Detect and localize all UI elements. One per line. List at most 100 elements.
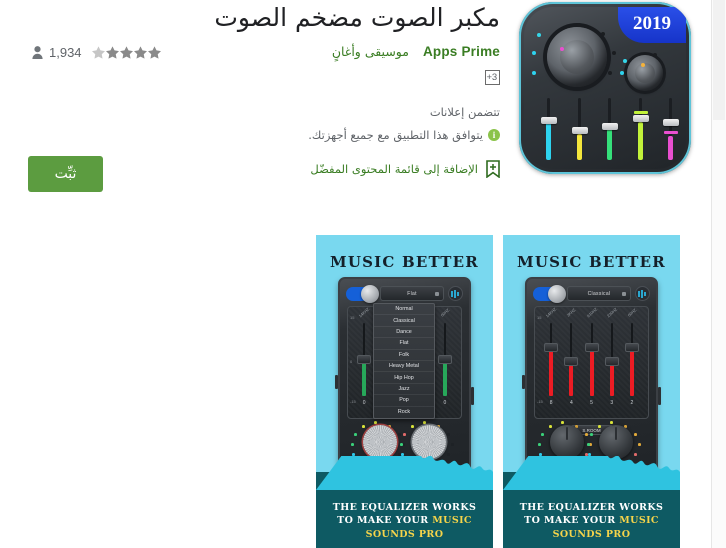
icon-led-2: [532, 51, 536, 55]
app-header: مكبر الصوت مضخم الصوت Apps Prime موسيقى …: [0, 0, 711, 215]
preset-dropdown-1[interactable]: Flat: [380, 286, 444, 301]
eq-band-fill-2-4: [569, 361, 574, 396]
app-icon-body: 2019: [524, 7, 686, 169]
crowd-silhouette-icon-2: [503, 456, 680, 490]
icon-slider-tick-2: [633, 111, 648, 115]
knob-led-b4: [400, 443, 403, 446]
icon-slider-bank: [540, 98, 680, 160]
preset-option-heavy-metal[interactable]: Heavy Metal: [374, 361, 434, 373]
icon-slider-5: [540, 98, 558, 160]
icon-led-12: [653, 53, 657, 57]
preset-option-pop[interactable]: Pop: [374, 395, 434, 407]
bass-boost-knob-1[interactable]: [363, 425, 397, 459]
star-icon-1: [91, 46, 105, 59]
preset-value-2: Classical: [587, 290, 611, 297]
app-detail-page: مكبر الصوت مضخم الصوت Apps Prime موسيقى …: [0, 0, 726, 548]
preset-option-jazz[interactable]: Jazz: [374, 384, 434, 396]
screenshot-2-caption: THE EQUALIZER WORKS TO MAKE YOUR MUSIC S…: [503, 501, 680, 542]
bookmark-add-icon[interactable]: [486, 160, 500, 178]
preset-option-list-1[interactable]: Normal Classical Dance Flat Folk Heavy Metal H…: [373, 303, 435, 419]
preset-option-folk[interactable]: Folk: [374, 350, 434, 361]
eq-band-value-1-1: 0: [443, 400, 447, 406]
chevron-down-icon-1: [435, 291, 439, 296]
crowd-band-2: THE EQUALIZER WORKS TO MAKE YOUR MUSIC S…: [503, 456, 680, 548]
eq-band-1-5[interactable]: 14KHZ 0: [357, 306, 372, 406]
eq-band-fill-2-1: [629, 347, 634, 396]
eq-band-value-1-5: 0: [362, 400, 366, 406]
knob2-led-a2: [549, 425, 552, 428]
eq-band-thumb-2-5[interactable]: [544, 342, 559, 352]
knob-led-b8: [451, 443, 454, 446]
icon-slider-cap-5: [541, 117, 557, 125]
icon-slider-fill-1: [668, 136, 673, 160]
eq-band-2-1[interactable]: 60HZ 2: [624, 307, 639, 406]
eq-band-1-1[interactable]: 60HZ 0: [437, 307, 452, 406]
eq-band-thumb-2-1[interactable]: [624, 342, 639, 352]
power-toggle-1[interactable]: ON: [346, 284, 379, 303]
preset-dropdown-2[interactable]: Classical: [567, 286, 631, 301]
icon-slider-cap-2: [632, 114, 649, 122]
preset-option-dance[interactable]: Dance: [374, 327, 434, 339]
icon-slider-cap-1: [663, 118, 679, 126]
screenshot-1[interactable]: MUSIC BETTER Flat ON: [316, 235, 493, 548]
info-icon: i: [488, 129, 500, 141]
page-title: مكبر الصوت مضخم الصوت: [214, 3, 500, 32]
scrollbar-thumb[interactable]: [713, 0, 725, 120]
preset-option-flat[interactable]: Flat: [374, 338, 434, 350]
preset-option-classical[interactable]: Classical: [374, 315, 434, 327]
developer-link[interactable]: Apps Prime: [423, 44, 500, 59]
eq-band-fill-1-5: [362, 359, 367, 396]
eq-band-label-2-5: 14KHZ: [544, 306, 558, 319]
knob-led-b1: [423, 421, 426, 424]
eq-band-value-2-3: 5: [590, 400, 593, 406]
person-icon: [32, 46, 43, 59]
icon-led-3: [532, 71, 536, 75]
preset-option-hip-hop[interactable]: Hip Hop: [374, 372, 434, 384]
virtualizer-knob-1[interactable]: [412, 425, 446, 459]
icon-slider-cap-3: [602, 123, 618, 131]
eq-band-label-2-1: 60HZ: [626, 307, 638, 318]
screenshot-2[interactable]: MUSIC BETTER Classical ON: [503, 235, 680, 548]
eq-band-2-3[interactable]: 910HZ 5: [584, 307, 599, 406]
knob2-led-b3: [590, 433, 593, 436]
eq-band-thumb-1-5[interactable]: [357, 354, 372, 364]
icon-led-6: [601, 32, 605, 36]
page-scrollbar[interactable]: [711, 0, 726, 548]
icon-led-4: [560, 47, 564, 51]
icon-slider-fill-4: [576, 133, 582, 160]
bass-boost-knob-2[interactable]: [550, 425, 584, 459]
icon-small-knob: [627, 55, 663, 91]
install-button[interactable]: ثبِّت: [28, 156, 103, 192]
preset-option-rock[interactable]: Rock: [374, 407, 434, 418]
screenshot-carousel: MUSIC BETTER Flat ON: [0, 235, 711, 548]
eq-band-fill-2-3: [589, 347, 594, 396]
icon-slider-fill-2: [637, 121, 643, 160]
icon-led-7: [612, 51, 616, 55]
screenshot-2-topbar: Classical ON: [533, 284, 650, 303]
wishlist-row[interactable]: الإضافة إلى قائمة المحتوى المفضّل: [310, 160, 500, 178]
eq-band-2-5[interactable]: 14KHZ 8: [544, 306, 559, 406]
eq-band-thumb-2-4[interactable]: [564, 356, 579, 366]
eq-band-thumb-1-1[interactable]: [437, 354, 452, 364]
virtualizer-knob-2[interactable]: [599, 425, 633, 459]
screenshot-1-heading: MUSIC BETTER: [330, 253, 479, 271]
knob2-led-a4: [538, 443, 541, 446]
db-label-mid-1: 0: [350, 359, 353, 364]
knob-led-a4: [351, 443, 354, 446]
knob2-led-b7: [634, 433, 637, 436]
wishlist-label[interactable]: الإضافة إلى قائمة المحتوى المفضّل: [310, 162, 478, 176]
preset-value-1: Flat: [407, 290, 417, 297]
eq-band-fill-2-5: [549, 347, 554, 396]
eq-band-thumb-2-3[interactable]: [584, 342, 599, 352]
device-side-button-left-2: [522, 375, 525, 389]
eq-band-2-4[interactable]: 3KHZ 4: [564, 307, 579, 406]
compatibility-text: يتوافق هذا التطبيق مع جميع أجهزتك.: [308, 128, 483, 142]
year-badge: 2019: [618, 7, 686, 43]
caption-line1-1: THE EQUALIZER WORKS: [332, 501, 477, 513]
rating-stars: [91, 46, 161, 59]
category-link[interactable]: موسيقى وأغانٍ: [332, 44, 409, 59]
eq-band-2-2[interactable]: 230HZ 3: [604, 307, 619, 406]
power-toggle-2[interactable]: ON: [533, 284, 566, 303]
eq-band-thumb-2-2[interactable]: [604, 356, 619, 366]
preset-option-normal[interactable]: Normal: [374, 304, 434, 316]
